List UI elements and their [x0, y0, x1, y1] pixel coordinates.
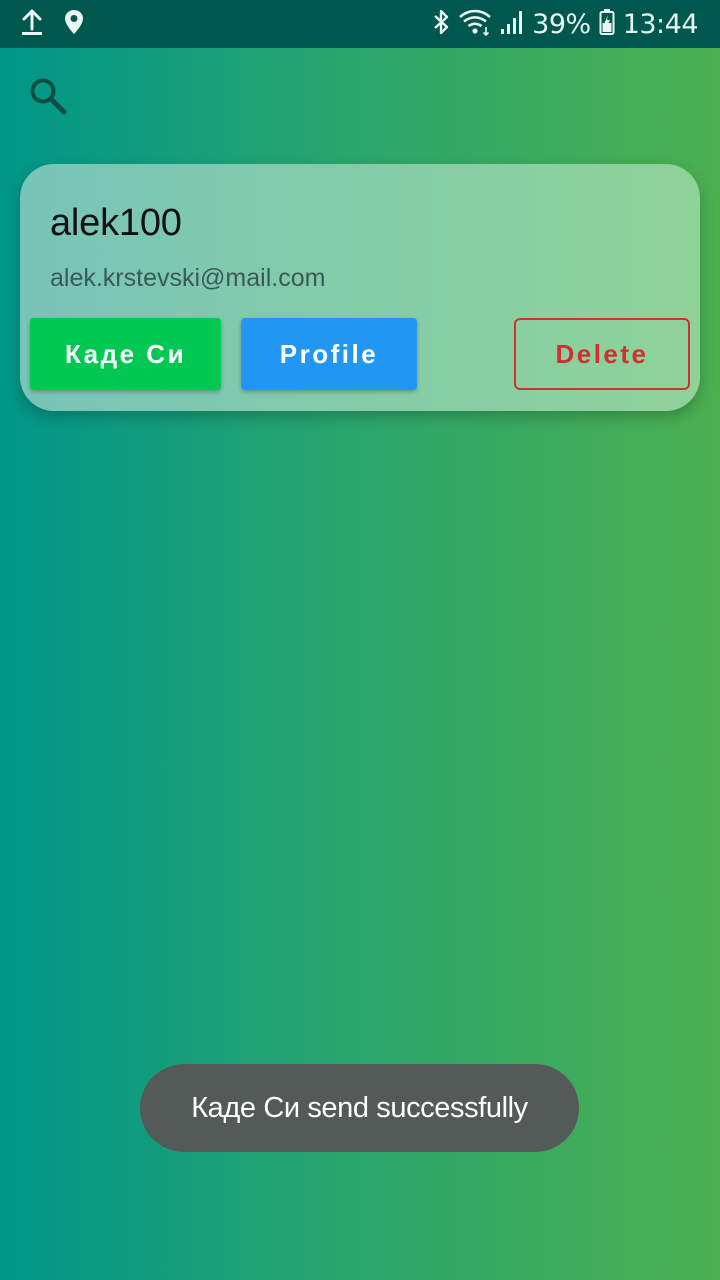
- username: alek100: [50, 202, 182, 244]
- user-card: alek100 alek.krstevski@mail.com Каде Си …: [20, 164, 700, 411]
- status-time: 13:44: [622, 8, 699, 40]
- toast-message: Каде Си send successfully: [140, 1064, 579, 1152]
- signal-icon: [500, 9, 524, 40]
- delete-button[interactable]: Delete: [514, 318, 690, 390]
- user-email: alek.krstevski@mail.com: [50, 264, 326, 292]
- location-icon: [64, 9, 84, 40]
- profile-button[interactable]: Profile: [241, 318, 417, 390]
- search-icon: [28, 76, 68, 121]
- wifi-icon: [458, 8, 492, 41]
- status-bar: 39% 13:44: [0, 0, 720, 48]
- battery-percent: 39%: [532, 8, 591, 40]
- kade-si-button[interactable]: Каде Си: [30, 318, 221, 390]
- search-button[interactable]: [26, 76, 70, 120]
- bluetooth-icon: [432, 8, 450, 41]
- status-bar-left: [20, 8, 104, 41]
- battery-icon: [599, 8, 615, 41]
- status-bar-right: 39% 13:44: [424, 8, 699, 41]
- upload-icon: [20, 8, 44, 41]
